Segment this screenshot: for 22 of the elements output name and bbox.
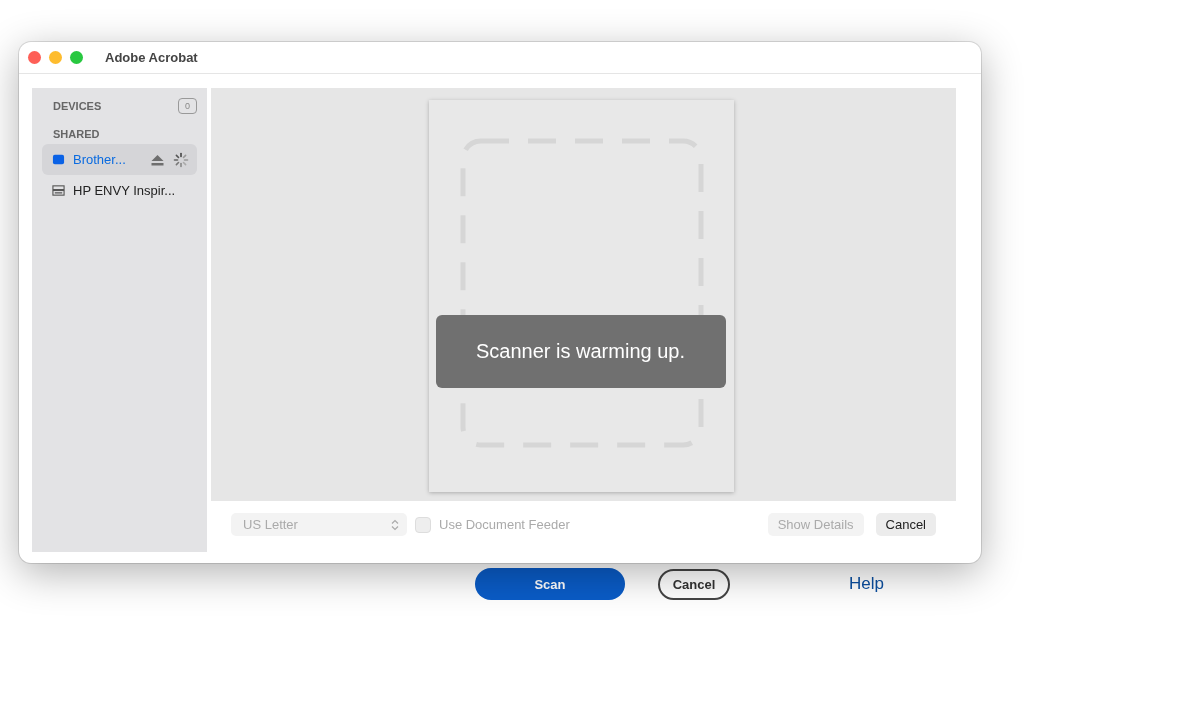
cancel-button[interactable]: Cancel (875, 513, 936, 536)
device-icon (52, 153, 65, 166)
window-title: Adobe Acrobat (105, 50, 198, 65)
action-button[interactable]: Help (849, 568, 884, 600)
chevron-icon (391, 518, 399, 531)
section-header: DEVICES (53, 100, 102, 112)
checkbox-label: Use Document Feeder (439, 517, 570, 532)
count-badge: 0 (178, 98, 197, 114)
eject-icon[interactable] (150, 153, 165, 166)
action-button[interactable]: Scan (475, 568, 625, 600)
spinner-icon (173, 151, 189, 168)
section-header: SHARED (52, 128, 101, 140)
device-item[interactable]: Brother... (42, 144, 197, 175)
minimize-button[interactable] (49, 51, 62, 64)
zoom-button[interactable] (70, 51, 83, 64)
action-button[interactable]: Cancel (658, 568, 730, 600)
device-name: HP ENVY Inspir... (73, 183, 177, 198)
device-name: Brother... (73, 152, 127, 167)
status-message: Scanner is warming up. (435, 315, 726, 388)
scanner-icon (52, 184, 65, 197)
device-item[interactable]: HP ENVY Inspir... (42, 175, 197, 206)
close-button[interactable] (28, 51, 41, 64)
